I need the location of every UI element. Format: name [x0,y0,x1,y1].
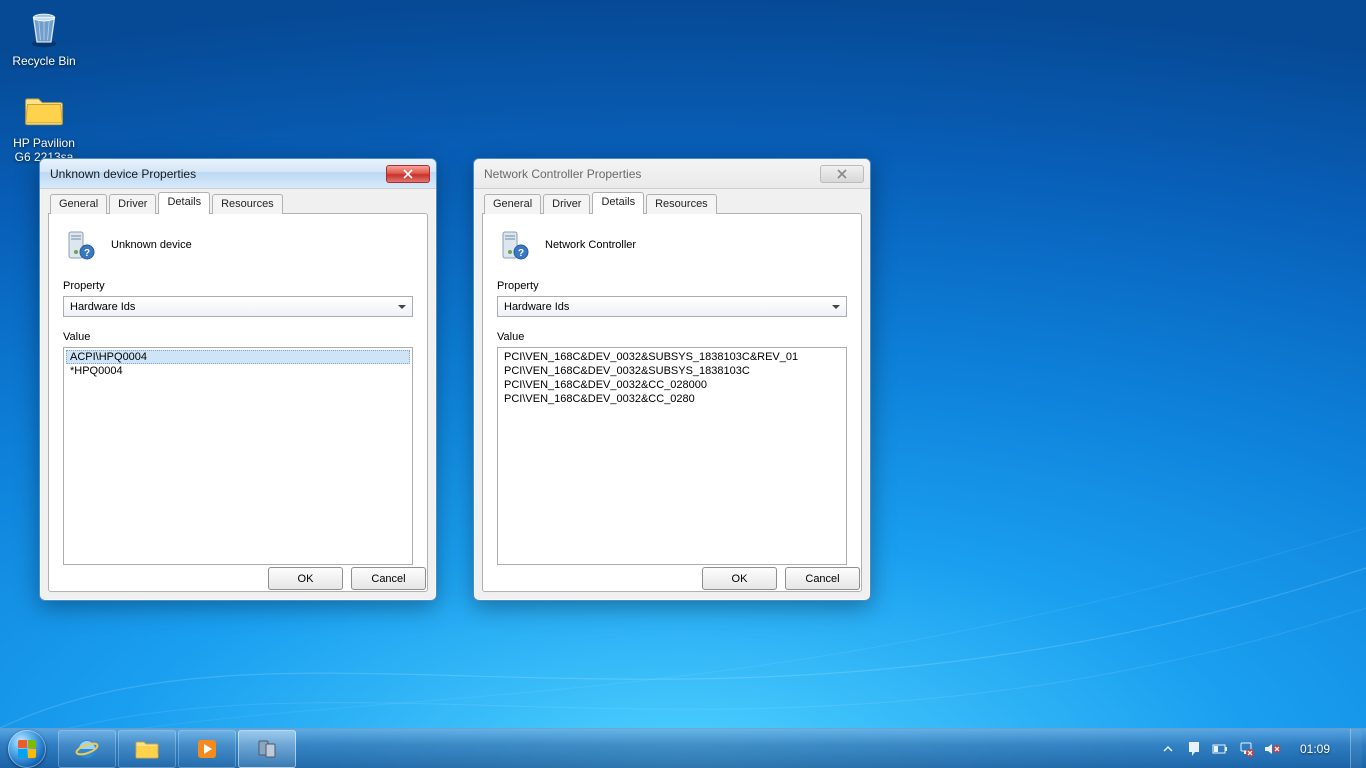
tab-resources[interactable]: Resources [212,194,283,214]
tray-show-hidden-icon[interactable] [1160,741,1176,757]
network-icon[interactable] [1238,741,1254,757]
value-list-item[interactable]: PCI\VEN_168C&DEV_0032&SUBSYS_1838103C&RE… [500,350,844,364]
start-button[interactable] [0,729,54,768]
tab-details[interactable]: Details [592,192,644,214]
value-list-item[interactable]: PCI\VEN_168C&DEV_0032&CC_0280 [500,392,844,406]
property-dropdown[interactable]: Hardware Ids [497,296,847,317]
desktop-icon-label: Recycle Bin [6,54,82,68]
ok-button[interactable]: OK [702,567,777,590]
system-tray: 01:09 [1160,729,1366,768]
dialog-titlebar[interactable]: Unknown device Properties [40,159,436,189]
dialog-button-row: OK Cancel [702,567,860,590]
value-list-item[interactable]: PCI\VEN_168C&DEV_0032&SUBSYS_1838103C [500,364,844,378]
tab-strip: GeneralDriverDetailsResources [48,192,428,214]
tab-resources[interactable]: Resources [646,194,717,214]
properties-dialog: Network Controller Properties GeneralDriv… [473,158,871,601]
folder-icon [20,86,68,134]
battery-icon[interactable] [1212,741,1228,757]
volume-icon[interactable] [1264,741,1280,757]
value-label: Value [497,331,847,343]
tab-details[interactable]: Details [158,192,210,214]
close-icon [403,169,413,179]
dialog-button-row: OK Cancel [268,567,426,590]
show-desktop-button[interactable] [1350,729,1362,768]
tab-general[interactable]: General [50,194,107,214]
property-dropdown-value: Hardware Ids [70,301,135,313]
close-button[interactable] [820,165,864,183]
property-dropdown[interactable]: Hardware Ids [63,296,413,317]
action-center-icon[interactable] [1186,741,1202,757]
tab-general[interactable]: General [484,194,541,214]
property-label: Property [63,280,413,292]
device-icon: ? [63,228,97,262]
device-icon: ? [497,228,531,262]
taskbar-item-explorer[interactable] [118,730,176,768]
dialog-body: GeneralDriverDetailsResources ? Network … [482,192,862,592]
tab-strip: GeneralDriverDetailsResources [482,192,862,214]
tab-driver[interactable]: Driver [543,194,590,214]
value-label: Value [63,331,413,343]
desktop-icon-recycle-bin[interactable]: Recycle Bin [6,4,82,68]
value-list-item[interactable]: *HPQ0004 [66,364,410,378]
value-listbox[interactable]: ACPI\HPQ0004*HPQ0004 [63,347,413,565]
taskbar-item-media-player[interactable] [178,730,236,768]
explorer-icon [134,738,160,760]
value-list-item[interactable]: PCI\VEN_168C&DEV_0032&CC_028000 [500,378,844,392]
tab-panel-details: ? Unknown device Property Hardware Ids Valu… [48,213,428,592]
device-name-label: Unknown device [111,239,192,251]
close-icon [837,169,847,179]
svg-text:?: ? [84,248,90,259]
device-header-row: ? Network Controller [497,228,847,262]
taskbar-clock[interactable]: 01:09 [1290,742,1340,756]
properties-dialog: Unknown device Properties GeneralDriverDe… [39,158,437,601]
cancel-button[interactable]: Cancel [351,567,426,590]
dialog-title: Network Controller Properties [484,167,641,181]
dialog-title: Unknown device Properties [50,167,196,181]
value-list-item[interactable]: ACPI\HPQ0004 [66,350,410,364]
device-name-label: Network Controller [545,239,636,251]
svg-text:?: ? [518,248,524,259]
dialog-titlebar[interactable]: Network Controller Properties [474,159,870,189]
device-manager-icon [256,738,278,760]
taskbar-item-ie[interactable] [58,730,116,768]
ok-button[interactable]: OK [268,567,343,590]
taskbar-item-device-manager[interactable] [238,730,296,768]
tab-panel-details: ? Network Controller Property Hardware Ids… [482,213,862,592]
ie-icon [75,737,99,761]
property-dropdown-value: Hardware Ids [504,301,569,313]
windows-logo-icon [8,730,46,768]
recycle-bin-icon [20,4,68,52]
taskbar: 01:09 [0,728,1366,768]
device-header-row: ? Unknown device [63,228,413,262]
value-listbox[interactable]: PCI\VEN_168C&DEV_0032&SUBSYS_1838103C&RE… [497,347,847,565]
property-label: Property [497,280,847,292]
dialog-body: GeneralDriverDetailsResources ? Unknown … [48,192,428,592]
close-button[interactable] [386,165,430,183]
media-player-icon [196,738,218,760]
cancel-button[interactable]: Cancel [785,567,860,590]
desktop-icon-folder[interactable]: HP Pavilion G6 2213sa [6,86,82,164]
tab-driver[interactable]: Driver [109,194,156,214]
